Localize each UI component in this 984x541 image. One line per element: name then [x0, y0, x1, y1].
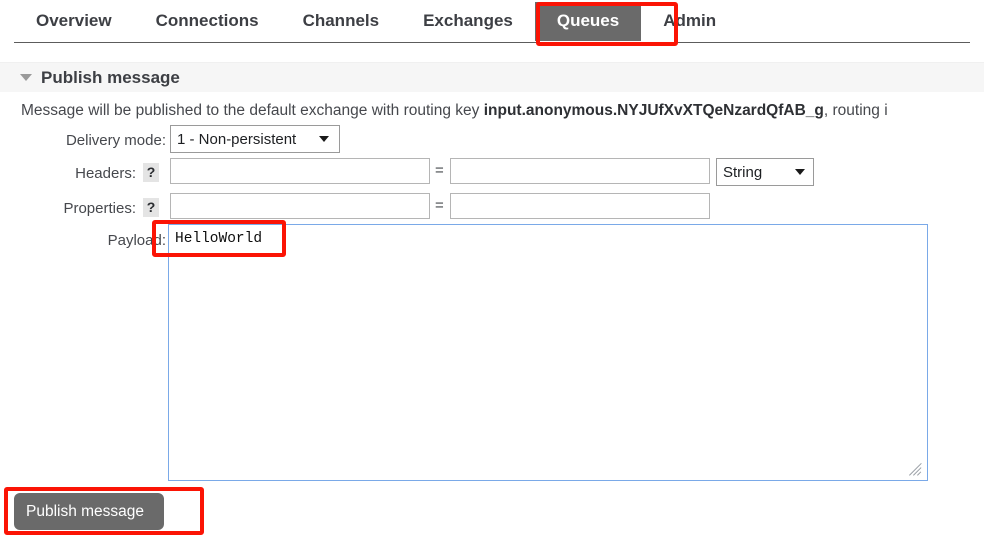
nav-divider [14, 42, 970, 43]
nav-tab-channels[interactable]: Channels [281, 2, 402, 41]
headers-label: Headers: [75, 165, 136, 182]
nav-tab-connections[interactable]: Connections [134, 2, 281, 41]
payload-label: Payload: [107, 232, 166, 249]
section-title: Publish message [41, 68, 180, 87]
payload-textarea[interactable] [168, 224, 928, 481]
header-key-input[interactable] [170, 158, 430, 184]
delivery-mode-select[interactable]: 1 - Non-persistent [170, 125, 340, 153]
nav-tab-overview[interactable]: Overview [14, 2, 134, 41]
publish-message-section-header[interactable]: Publish message [0, 62, 984, 92]
publish-message-button[interactable]: Publish message [14, 493, 164, 530]
nav-tab-exchanges[interactable]: Exchanges [401, 2, 535, 41]
caret-down-icon[interactable] [20, 74, 32, 81]
nav-tab-list: Overview Connections Channels Exchanges … [14, 0, 738, 42]
description-suffix: , routing i [823, 102, 888, 119]
headers-equals-sign: = [435, 162, 444, 179]
description-prefix: Message will be published to the default… [21, 102, 484, 119]
routing-key-value: input.anonymous.NYJUfXvXTQeNzardQfAB_g [483, 102, 824, 119]
properties-equals-sign: = [435, 197, 444, 214]
properties-label: Properties: [63, 200, 136, 217]
headers-help-icon[interactable]: ? [143, 163, 159, 182]
nav-tab-queues[interactable]: Queues [534, 1, 642, 41]
delivery-mode-label: Delivery mode: [65, 132, 166, 149]
nav-tab-admin[interactable]: Admin [641, 2, 738, 41]
main-navigation: Overview Connections Channels Exchanges … [0, 0, 984, 45]
header-value-input[interactable] [450, 158, 710, 184]
properties-help-icon[interactable]: ? [143, 198, 159, 217]
header-type-select[interactable]: String [716, 158, 814, 186]
property-key-input[interactable] [170, 193, 430, 219]
property-value-input[interactable] [450, 193, 710, 219]
publish-description: Message will be published to the default… [21, 100, 984, 122]
